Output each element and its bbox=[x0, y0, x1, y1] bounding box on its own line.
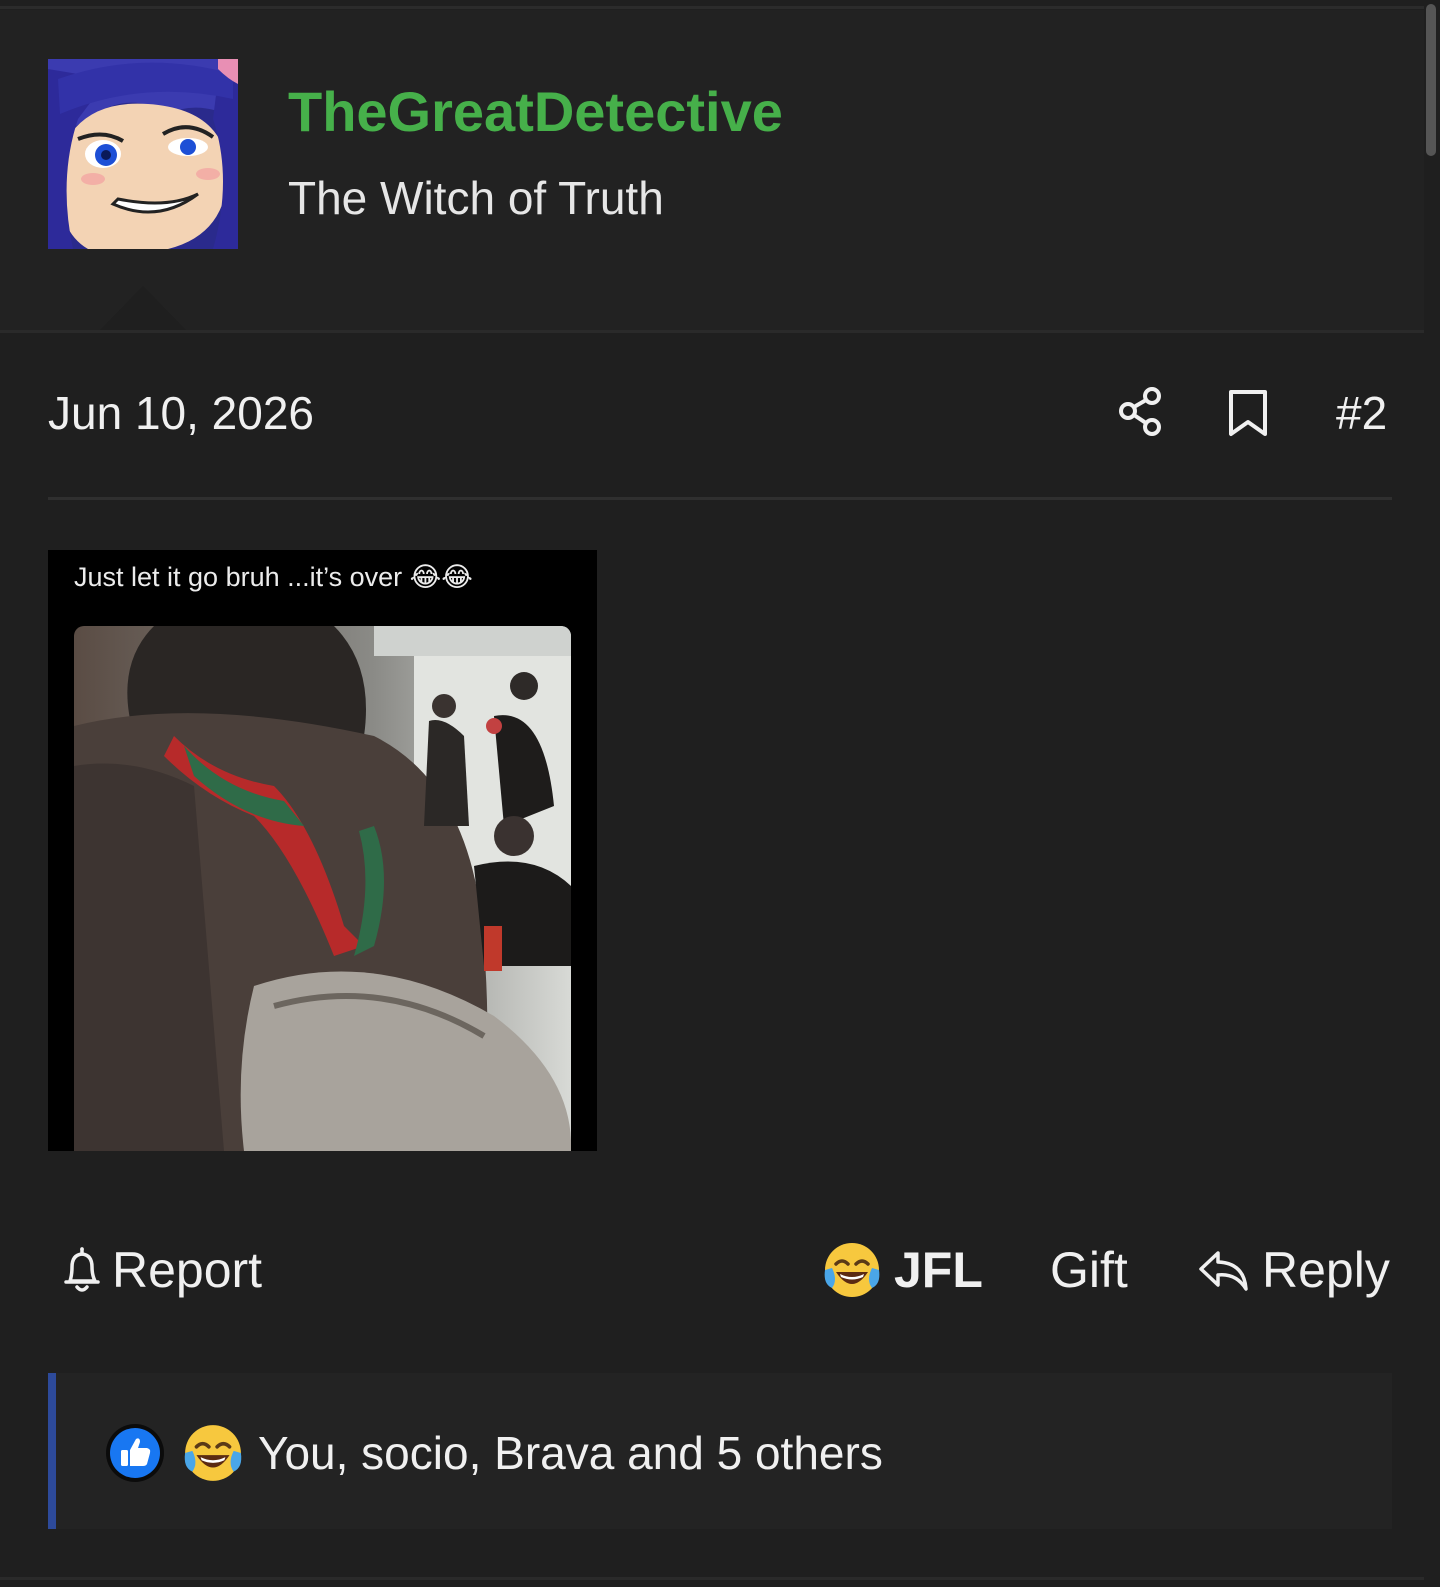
media-caption: Just let it go bruh ...it’s over 😂😂 bbox=[74, 562, 473, 592]
post-header-divider bbox=[48, 497, 1392, 500]
jfl-label: JFL bbox=[894, 1242, 983, 1298]
avatar[interactable] bbox=[48, 59, 238, 249]
like-icon bbox=[104, 1422, 166, 1484]
reply-button[interactable]: Reply bbox=[1196, 1235, 1390, 1305]
bottom-divider bbox=[0, 1577, 1424, 1580]
gift-label: Gift bbox=[1050, 1242, 1128, 1298]
post-number-link[interactable]: #2 bbox=[1336, 385, 1387, 441]
post-actions-bar: Report JFL Gift Reply bbox=[0, 1235, 1424, 1305]
scrollbar-thumb[interactable] bbox=[1426, 4, 1436, 156]
post-media-gif[interactable]: Just let it go bruh ...it’s over 😂😂 bbox=[48, 550, 597, 1151]
share-icon[interactable] bbox=[1116, 386, 1166, 438]
crying-laughing-icon bbox=[822, 1240, 882, 1300]
reactions-summary: You, socio, Brava and 5 others bbox=[104, 1421, 883, 1485]
gift-button[interactable]: Gift bbox=[1050, 1235, 1128, 1305]
scrollbar-track[interactable] bbox=[1424, 0, 1440, 1587]
reply-label: Reply bbox=[1262, 1242, 1390, 1298]
report-button[interactable]: Report bbox=[60, 1235, 262, 1305]
reactions-bar[interactable]: You, socio, Brava and 5 others bbox=[48, 1373, 1392, 1529]
post-date[interactable]: Jun 10, 2026 bbox=[48, 385, 314, 441]
post-author-panel: TheGreatDetective The Witch of Truth bbox=[0, 10, 1424, 333]
jfl-reaction-button[interactable]: JFL bbox=[822, 1235, 983, 1305]
reactions-summary-text[interactable]: You, socio, Brava and 5 others bbox=[258, 1425, 883, 1481]
user-title: The Witch of Truth bbox=[288, 172, 664, 224]
username-link[interactable]: TheGreatDetective bbox=[288, 80, 783, 144]
crying-laughing-icon bbox=[182, 1422, 244, 1484]
bell-icon bbox=[60, 1245, 104, 1295]
reply-arrow-icon bbox=[1196, 1245, 1252, 1295]
bookmark-icon[interactable] bbox=[1226, 388, 1270, 438]
report-label: Report bbox=[112, 1242, 263, 1298]
author-pointer-arrow bbox=[100, 286, 186, 330]
top-divider bbox=[0, 6, 1424, 9]
media-photo bbox=[74, 626, 571, 1151]
